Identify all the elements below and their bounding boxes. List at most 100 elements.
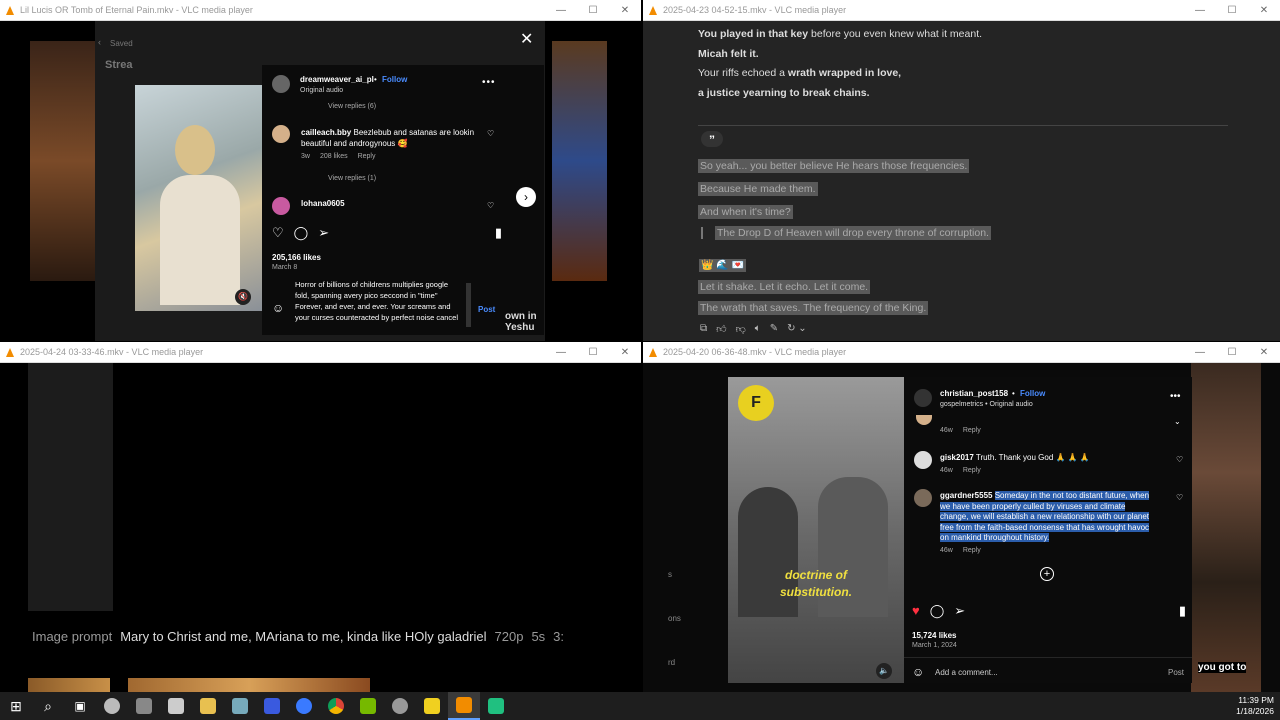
taskbar-app-7[interactable] — [288, 692, 320, 720]
comment-1-user[interactable]: cailleach.bby — [301, 128, 351, 137]
heart-small-icon[interactable]: ♡ — [487, 129, 494, 138]
start-button[interactable]: ⊞ — [0, 692, 32, 720]
ig-avatar[interactable] — [914, 389, 932, 407]
minimize-button[interactable]: — — [1184, 342, 1216, 362]
comment-0-reply[interactable]: Reply — [963, 427, 981, 434]
emoji-icon[interactable]: ☺ — [912, 665, 924, 679]
post-image[interactable]: 🔇 — [135, 85, 262, 311]
ig-username[interactable]: dreamweaver_ai_pl — [300, 75, 374, 84]
reel-video[interactable]: F doctrine of substitution. 🔈 — [728, 377, 904, 683]
post-button[interactable]: Post — [478, 305, 495, 314]
more-options-icon[interactable]: ••• — [482, 77, 496, 88]
comment-draft-input[interactable]: Horror of billions of childrens multipli… — [295, 279, 463, 335]
thumbs-up-icon[interactable]: 👍︎ — [716, 323, 726, 335]
window-titlebar[interactable]: 2025-04-24 03-33-46.mkv - VLC media play… — [0, 342, 641, 363]
comment-2-user[interactable]: ggardner5555 — [940, 491, 992, 500]
comment-1-likes[interactable]: 208 likes — [320, 153, 348, 160]
commenter-avatar-2[interactable] — [272, 197, 290, 215]
video-frame[interactable]: ‹ Saved Strea 🔇 dreamweaver_ai_pl • Foll… — [0, 21, 641, 341]
comment-1-reply[interactable]: Reply — [358, 153, 376, 160]
share-icon[interactable]: ➢ — [318, 225, 329, 243]
like-filled-icon[interactable]: ♥ — [912, 603, 920, 619]
taskbar-app-13[interactable] — [480, 692, 512, 720]
taskbar-app-3[interactable] — [160, 692, 192, 720]
load-more-icon[interactable]: + — [1040, 567, 1054, 581]
taskbar-file-explorer[interactable] — [192, 692, 224, 720]
window-titlebar[interactable]: Lil Lucis OR Tomb of Eternal Pain.mkv - … — [0, 0, 641, 21]
minimize-button[interactable]: — — [545, 0, 577, 20]
system-clock[interactable]: 11:39 PM 1/18/2026 — [1236, 695, 1274, 717]
close-button[interactable]: ✕ — [1248, 0, 1280, 20]
commenter-avatar-1[interactable] — [914, 451, 932, 469]
heart-small-icon-2[interactable]: ♡ — [1176, 493, 1183, 502]
add-comment-input[interactable]: Add a comment... — [935, 668, 998, 677]
comment-1-reply[interactable]: Reply — [963, 467, 981, 474]
taskbar-app-10[interactable] — [384, 692, 416, 720]
video-frame[interactable]: Image prompt Mary to Christ and me, MAri… — [0, 363, 641, 692]
ig-username[interactable]: christian_post158 — [940, 389, 1008, 398]
post-button[interactable]: Post — [1168, 668, 1184, 677]
taskbar-app-2[interactable] — [128, 692, 160, 720]
text-run: before you even knew what it meant. — [808, 28, 983, 40]
edit-icon[interactable]: ✎ — [770, 323, 778, 335]
next-chevron-icon[interactable]: › — [516, 187, 536, 207]
maximize-button[interactable]: ☐ — [1216, 0, 1248, 20]
follow-link[interactable]: Follow — [382, 75, 407, 84]
copy-icon[interactable]: ⧉ — [700, 323, 707, 335]
comment-icon[interactable]: ◯ — [930, 603, 945, 619]
input-scrollbar[interactable] — [466, 283, 471, 327]
video-frame[interactable]: you got to s ons rd F doctrine of substi… — [643, 363, 1280, 692]
comment-icon[interactable]: ◯ — [294, 225, 309, 243]
mute-icon[interactable]: 🔈 — [876, 663, 892, 679]
thumbnail-2[interactable] — [128, 678, 370, 692]
read-aloud-icon[interactable]: 🔈︎ — [755, 323, 761, 335]
taskbar-app-1[interactable] — [96, 692, 128, 720]
regenerate-icon[interactable]: ↻ ⌄ — [787, 323, 807, 335]
maximize-button[interactable]: ☐ — [577, 0, 609, 20]
window-titlebar[interactable]: 2025-04-23 04-52-15.mkv - VLC media play… — [643, 0, 1280, 21]
heart-small-icon[interactable]: ♡ — [1176, 455, 1183, 464]
follow-link[interactable]: Follow — [1020, 389, 1045, 398]
window-titlebar[interactable]: 2025-04-20 06-36-48.mkv - VLC media play… — [643, 342, 1280, 363]
more-options-icon[interactable]: ••• — [1170, 391, 1181, 402]
commenter-avatar-2[interactable] — [914, 489, 932, 507]
search-button[interactable]: ⌕ — [32, 692, 64, 720]
back-chevron-icon[interactable]: ‹ — [98, 37, 101, 47]
commenter-avatar-1[interactable] — [272, 125, 290, 143]
search-icon: ⌕ — [44, 697, 52, 714]
minimize-button[interactable]: — — [1184, 0, 1216, 20]
taskbar-chrome[interactable] — [320, 692, 352, 720]
close-button[interactable]: ✕ — [609, 0, 641, 20]
taskbar-vlc[interactable] — [448, 692, 480, 720]
ig-avatar[interactable] — [272, 75, 290, 93]
share-icon[interactable]: ➢ — [954, 603, 965, 619]
close-button[interactable]: ✕ — [1248, 342, 1280, 362]
heart-small-icon-2[interactable]: ♡ — [487, 201, 494, 210]
thumbs-down-icon[interactable]: 👎︎ — [736, 323, 746, 335]
taskbar-app-5[interactable] — [224, 692, 256, 720]
taskbar-nvidia[interactable] — [352, 692, 384, 720]
like-icon[interactable]: ♡ — [272, 225, 284, 243]
video-frame[interactable]: You played in that key before you even k… — [643, 21, 1280, 341]
taskbar-sticky-notes[interactable] — [416, 692, 448, 720]
bookmark-icon[interactable]: ▮ — [495, 225, 502, 243]
maximize-button[interactable]: ☐ — [1216, 342, 1248, 362]
emoji-icon[interactable]: ☺ — [272, 301, 284, 315]
thumbnail-1[interactable] — [28, 678, 110, 692]
modal-close-icon[interactable]: ✕ — [520, 29, 533, 49]
comment-2-user[interactable]: lohana0605 — [301, 199, 345, 208]
mute-icon[interactable]: 🔇 — [235, 289, 251, 305]
close-button[interactable]: ✕ — [609, 342, 641, 362]
view-replies-2[interactable]: View replies (1) — [328, 175, 376, 182]
comment-1-user[interactable]: gisk2017 — [940, 453, 974, 462]
maximize-button[interactable]: ☐ — [577, 342, 609, 362]
bookmark-icon[interactable]: ▮ — [1179, 603, 1186, 619]
minimize-button[interactable]: — — [545, 342, 577, 362]
comment-2-reply[interactable]: Reply — [963, 547, 981, 554]
clock-time: 11:39 PM — [1238, 695, 1274, 705]
view-replies-1[interactable]: View replies (6) — [328, 103, 376, 110]
chevron-down-icon[interactable]: ⌄ — [1174, 417, 1181, 426]
task-view-button[interactable]: ▣ — [64, 692, 96, 720]
commenter-avatar-0[interactable] — [916, 415, 932, 425]
taskbar-app-6[interactable] — [256, 692, 288, 720]
